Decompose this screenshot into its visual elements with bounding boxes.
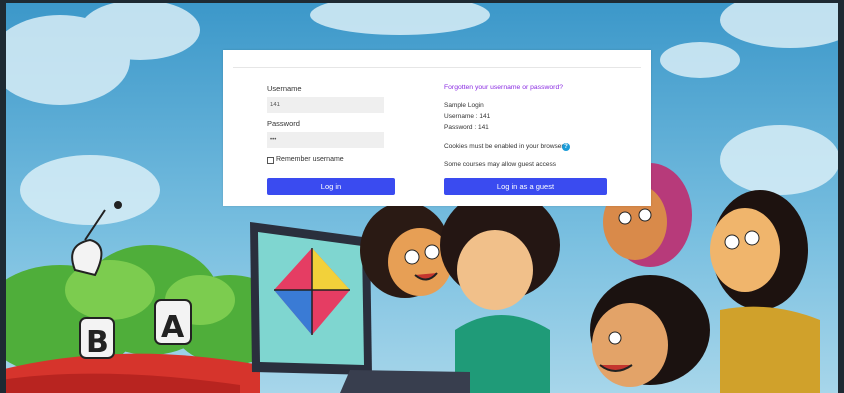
svg-text:B: B bbox=[86, 325, 109, 360]
sample-password: Password : 141 bbox=[444, 124, 489, 131]
remember-username-label[interactable]: Remember username bbox=[276, 156, 344, 163]
svg-text:A: A bbox=[161, 310, 185, 345]
username-label: Username bbox=[267, 84, 302, 93]
forgot-password-link[interactable]: Forgotten your username or password? bbox=[444, 84, 563, 91]
question-icon[interactable]: ? bbox=[562, 143, 570, 151]
username-input[interactable] bbox=[267, 97, 384, 113]
card-divider bbox=[233, 67, 641, 68]
sample-username: Username : 141 bbox=[444, 113, 491, 120]
remember-username-checkbox[interactable] bbox=[267, 157, 274, 164]
sample-login-title: Sample Login bbox=[444, 102, 484, 109]
login-button[interactable]: Log in bbox=[267, 178, 395, 195]
password-input[interactable] bbox=[267, 132, 384, 148]
password-label: Password bbox=[267, 119, 300, 128]
guest-access-notice: Some courses may allow guest access bbox=[444, 161, 556, 168]
cookies-notice: Cookies must be enabled in your browser bbox=[444, 143, 564, 150]
guest-login-button[interactable]: Log in as a guest bbox=[444, 178, 607, 195]
login-card: Username Password Remember username Log … bbox=[223, 50, 651, 206]
